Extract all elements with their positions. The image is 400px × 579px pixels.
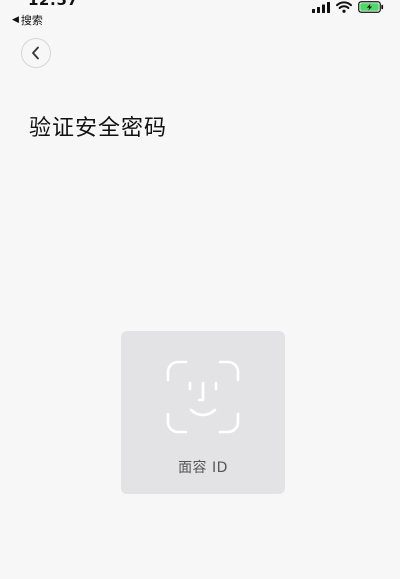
chevron-left-icon: [32, 46, 39, 60]
face-id-button[interactable]: 面容 ID: [121, 331, 285, 494]
back-button[interactable]: [21, 38, 51, 68]
status-time: 12:57: [28, 0, 79, 9]
status-icons: [312, 1, 384, 13]
back-triangle-icon: ◀: [12, 15, 19, 25]
wifi-icon: [336, 1, 352, 13]
back-app-label: 搜索: [20, 14, 43, 27]
face-id-label: 面容 ID: [178, 460, 228, 476]
back-to-app-link[interactable]: ◀ 搜索: [12, 12, 43, 28]
status-bar: 12:57 ◀ 搜索: [0, 0, 400, 27]
page-title: 验证安全密码: [29, 116, 168, 141]
face-id-icon: [166, 360, 240, 434]
battery-charging-icon: [358, 1, 384, 13]
signal-icon: [312, 1, 330, 13]
